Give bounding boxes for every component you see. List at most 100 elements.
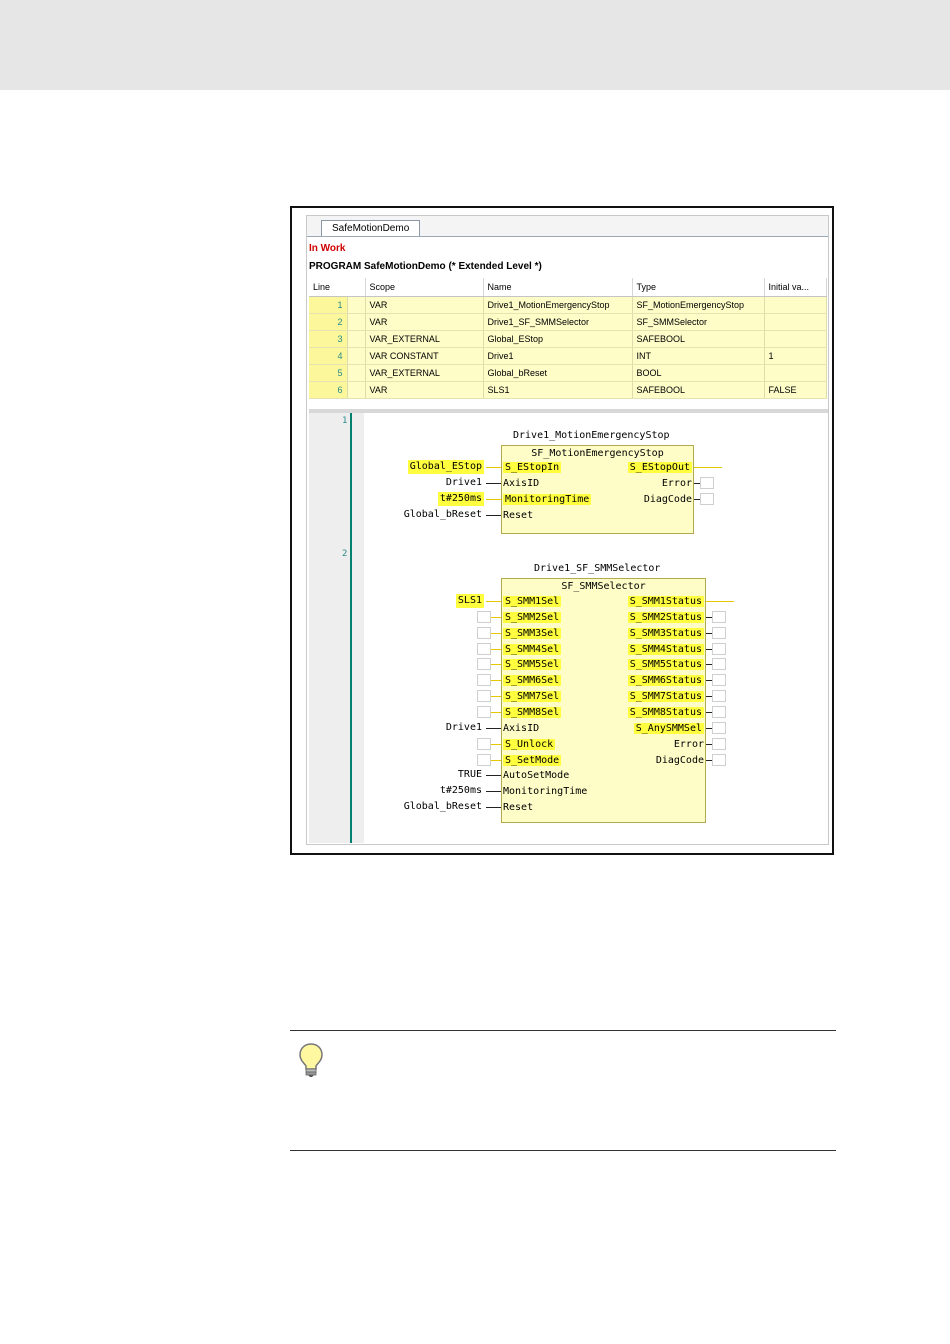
output-pin-label: S_SMM7Status xyxy=(627,691,704,703)
input-pin-label: S_SMM7Sel xyxy=(503,691,562,703)
empty-input-box[interactable] xyxy=(477,753,491,766)
cell-line: 1 xyxy=(309,296,348,314)
row-gutter xyxy=(347,330,366,348)
function-block-smm[interactable]: SF_SMMSelector S_SMM1Sel S_SMM2Sel S_SMM3S… xyxy=(501,578,706,823)
tip-bottom-rule xyxy=(290,1150,836,1151)
column-header-name[interactable]: Name xyxy=(483,278,633,297)
input-pin-axisid[interactable]: AxisID xyxy=(503,722,539,736)
input-pin-s_smm5sel[interactable]: S_SMM5Sel xyxy=(503,658,562,672)
table-row[interactable]: 6 VAR SLS1 SAFEBOOL FALSE xyxy=(309,381,827,399)
output-pin-s_anysmmsel[interactable]: S_AnySMMSel xyxy=(633,722,704,736)
input-source-global-breset[interactable]: Global_bReset xyxy=(402,800,484,814)
input-source-t-250ms[interactable]: t#250ms xyxy=(437,492,484,506)
input-source-drive1[interactable]: Drive1 xyxy=(444,476,484,490)
output-pin-label: S_EStopOut xyxy=(627,462,692,473)
empty-output-box[interactable] xyxy=(712,642,726,655)
empty-input-box[interactable] xyxy=(477,705,491,718)
input-source-t-250ms[interactable]: t#250ms xyxy=(438,784,484,798)
empty-output-box[interactable] xyxy=(712,737,726,750)
empty-output-box[interactable] xyxy=(700,493,714,505)
output-pin-s_estopout[interactable]: S_EStopOut xyxy=(627,461,692,475)
tab-strip: SafeMotionDemo xyxy=(307,216,828,237)
cell-type: BOOL xyxy=(632,364,765,382)
empty-output-box[interactable] xyxy=(712,658,726,671)
input-pin-axisid[interactable]: AxisID xyxy=(503,477,539,491)
empty-output-box[interactable] xyxy=(712,626,726,639)
output-pin-s_smm8status[interactable]: S_SMM8Status xyxy=(627,706,704,720)
input-pin-label: S_SetMode xyxy=(503,754,562,766)
output-pin-s_smm7status[interactable]: S_SMM7Status xyxy=(627,690,704,704)
input-pin-s_unlock[interactable]: S_Unlock xyxy=(503,738,556,752)
table-row[interactable]: 2 VAR Drive1_SF_SMMSelector SF_SMMSelector xyxy=(309,313,827,331)
column-header-type[interactable]: Type xyxy=(632,278,765,297)
column-header-scope[interactable]: Scope xyxy=(365,278,484,297)
empty-output-box[interactable] xyxy=(712,753,726,766)
input-pin-reset[interactable]: Reset xyxy=(503,801,533,815)
empty-input-box[interactable] xyxy=(477,642,491,655)
input-pin-s_estopin[interactable]: S_EStopIn xyxy=(503,461,562,475)
input-pin-label: S_SMM1Sel xyxy=(503,596,562,607)
tab-safemotiondemo[interactable]: SafeMotionDemo xyxy=(321,220,421,236)
empty-output-box[interactable] xyxy=(712,610,726,623)
output-pin-diagcode[interactable]: DiagCode xyxy=(656,754,704,768)
column-header-line[interactable]: Line xyxy=(309,278,366,297)
empty-input-box[interactable] xyxy=(477,674,491,687)
function-block-estop[interactable]: SF_MotionEmergencyStop S_EStopIn AxisID Mo… xyxy=(501,445,694,534)
input-source-sls1[interactable]: SLS1 xyxy=(455,594,484,608)
empty-input-box[interactable] xyxy=(477,610,491,623)
output-pin-label: S_SMM6Status xyxy=(627,675,704,687)
input-pin-s_smm8sel[interactable]: S_SMM8Sel xyxy=(503,706,562,720)
table-row[interactable]: 1 VAR Drive1_MotionEmergencyStop SF_MotionE… xyxy=(309,296,827,314)
output-pin-label: Error xyxy=(661,478,692,489)
block-type-smm: SF_SMMSelector xyxy=(561,581,646,592)
output-pin-diagcode[interactable]: DiagCode xyxy=(644,493,692,507)
output-pin-s_smm4status[interactable]: S_SMM4Status xyxy=(627,643,704,657)
input-pin-monitoringtime[interactable]: MonitoringTime xyxy=(503,493,592,507)
empty-output-box[interactable] xyxy=(700,477,714,489)
empty-output-box[interactable] xyxy=(712,705,726,718)
cell-init xyxy=(764,296,827,314)
output-pin-s_smm5status[interactable]: S_SMM5Status xyxy=(627,658,704,672)
output-pin-error[interactable]: Error xyxy=(662,477,692,491)
empty-input-box[interactable] xyxy=(477,658,491,671)
input-source-drive1[interactable]: Drive1 xyxy=(444,721,484,735)
table-row[interactable]: 5 VAR_EXTERNAL Global_bReset BOOL xyxy=(309,364,827,382)
input-source-global-estop[interactable]: Global_EStop xyxy=(407,460,484,474)
input-pin-reset[interactable]: Reset xyxy=(503,509,533,523)
input-pin-s_smm7sel[interactable]: S_SMM7Sel xyxy=(503,690,562,704)
output-pin-error[interactable]: Error xyxy=(674,738,704,752)
empty-input-box[interactable] xyxy=(477,626,491,639)
output-pin-label: S_SMM2Status xyxy=(627,611,704,623)
cell-scope: VAR xyxy=(365,313,484,331)
input-source-true[interactable]: TRUE xyxy=(456,768,484,782)
cell-init xyxy=(764,313,827,331)
output-pin-s_smm1status[interactable]: S_SMM1Status xyxy=(627,595,704,609)
input-pin-s_smm4sel[interactable]: S_SMM4Sel xyxy=(503,643,562,657)
output-pin-s_smm3status[interactable]: S_SMM3Status xyxy=(627,627,704,641)
empty-output-box[interactable] xyxy=(712,674,726,687)
input-pin-autosetmode[interactable]: AutoSetMode xyxy=(503,769,569,783)
network-number-2: 2 xyxy=(342,549,348,559)
input-pin-monitoringtime[interactable]: MonitoringTime xyxy=(503,785,587,799)
table-row[interactable]: 4 VAR CONSTANT Drive1 INT 1 xyxy=(309,347,827,365)
empty-output-box[interactable] xyxy=(712,690,726,703)
empty-input-box[interactable] xyxy=(477,690,491,703)
input-pin-s_setmode[interactable]: S_SetMode xyxy=(503,754,562,768)
input-pin-label: S_SMM5Sel xyxy=(503,659,562,671)
input-source-global-breset[interactable]: Global_bReset xyxy=(402,508,484,522)
input-pin-s_smm3sel[interactable]: S_SMM3Sel xyxy=(503,627,562,641)
input-pin-s_smm6sel[interactable]: S_SMM6Sel xyxy=(503,674,562,688)
row-gutter xyxy=(347,364,366,382)
input-pin-s_smm2sel[interactable]: S_SMM2Sel xyxy=(503,611,562,625)
output-pin-s_smm2status[interactable]: S_SMM2Status xyxy=(627,611,704,625)
output-pin-s_smm6status[interactable]: S_SMM6Status xyxy=(627,674,704,688)
input-pin-label: S_Unlock xyxy=(503,738,556,750)
cell-init xyxy=(764,330,827,348)
cell-scope: VAR CONSTANT xyxy=(365,347,484,365)
empty-input-box[interactable] xyxy=(477,737,491,750)
input-pin-s_smm1sel[interactable]: S_SMM1Sel xyxy=(503,595,562,609)
table-row[interactable]: 3 VAR_EXTERNAL Global_EStop SAFEBOOL xyxy=(309,330,827,348)
empty-output-box[interactable] xyxy=(712,721,726,734)
column-header-initial-value[interactable]: Initial va... xyxy=(764,278,827,297)
instance-name-smm: Drive1_SF_SMMSelector xyxy=(534,563,661,574)
